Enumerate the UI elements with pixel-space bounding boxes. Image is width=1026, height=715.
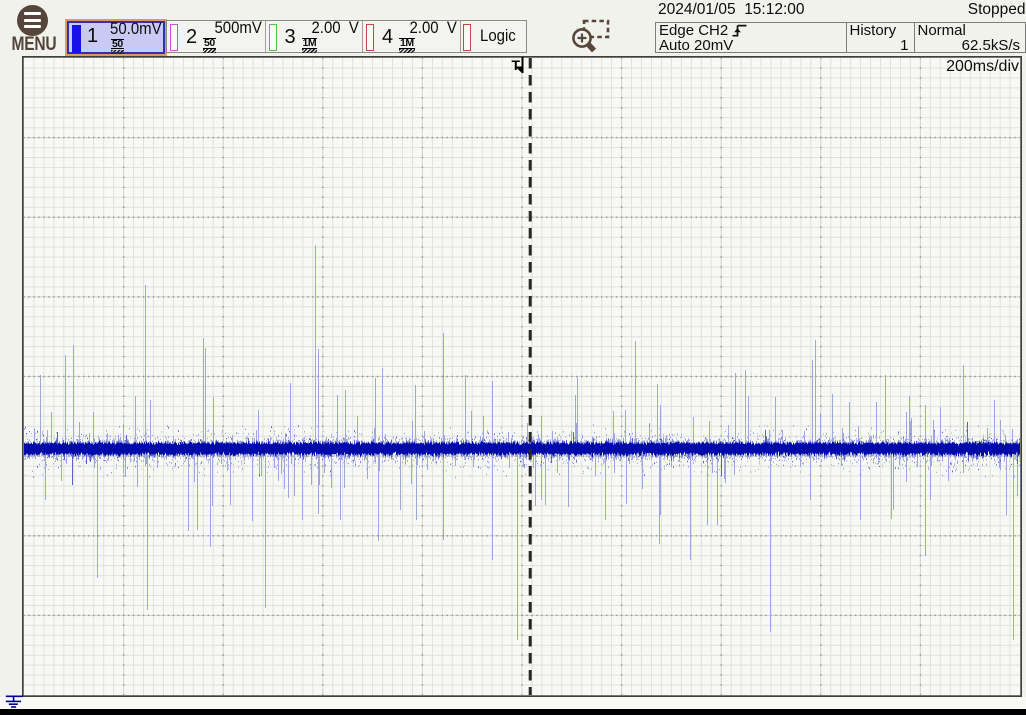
svg-text:T: T <box>511 57 520 73</box>
